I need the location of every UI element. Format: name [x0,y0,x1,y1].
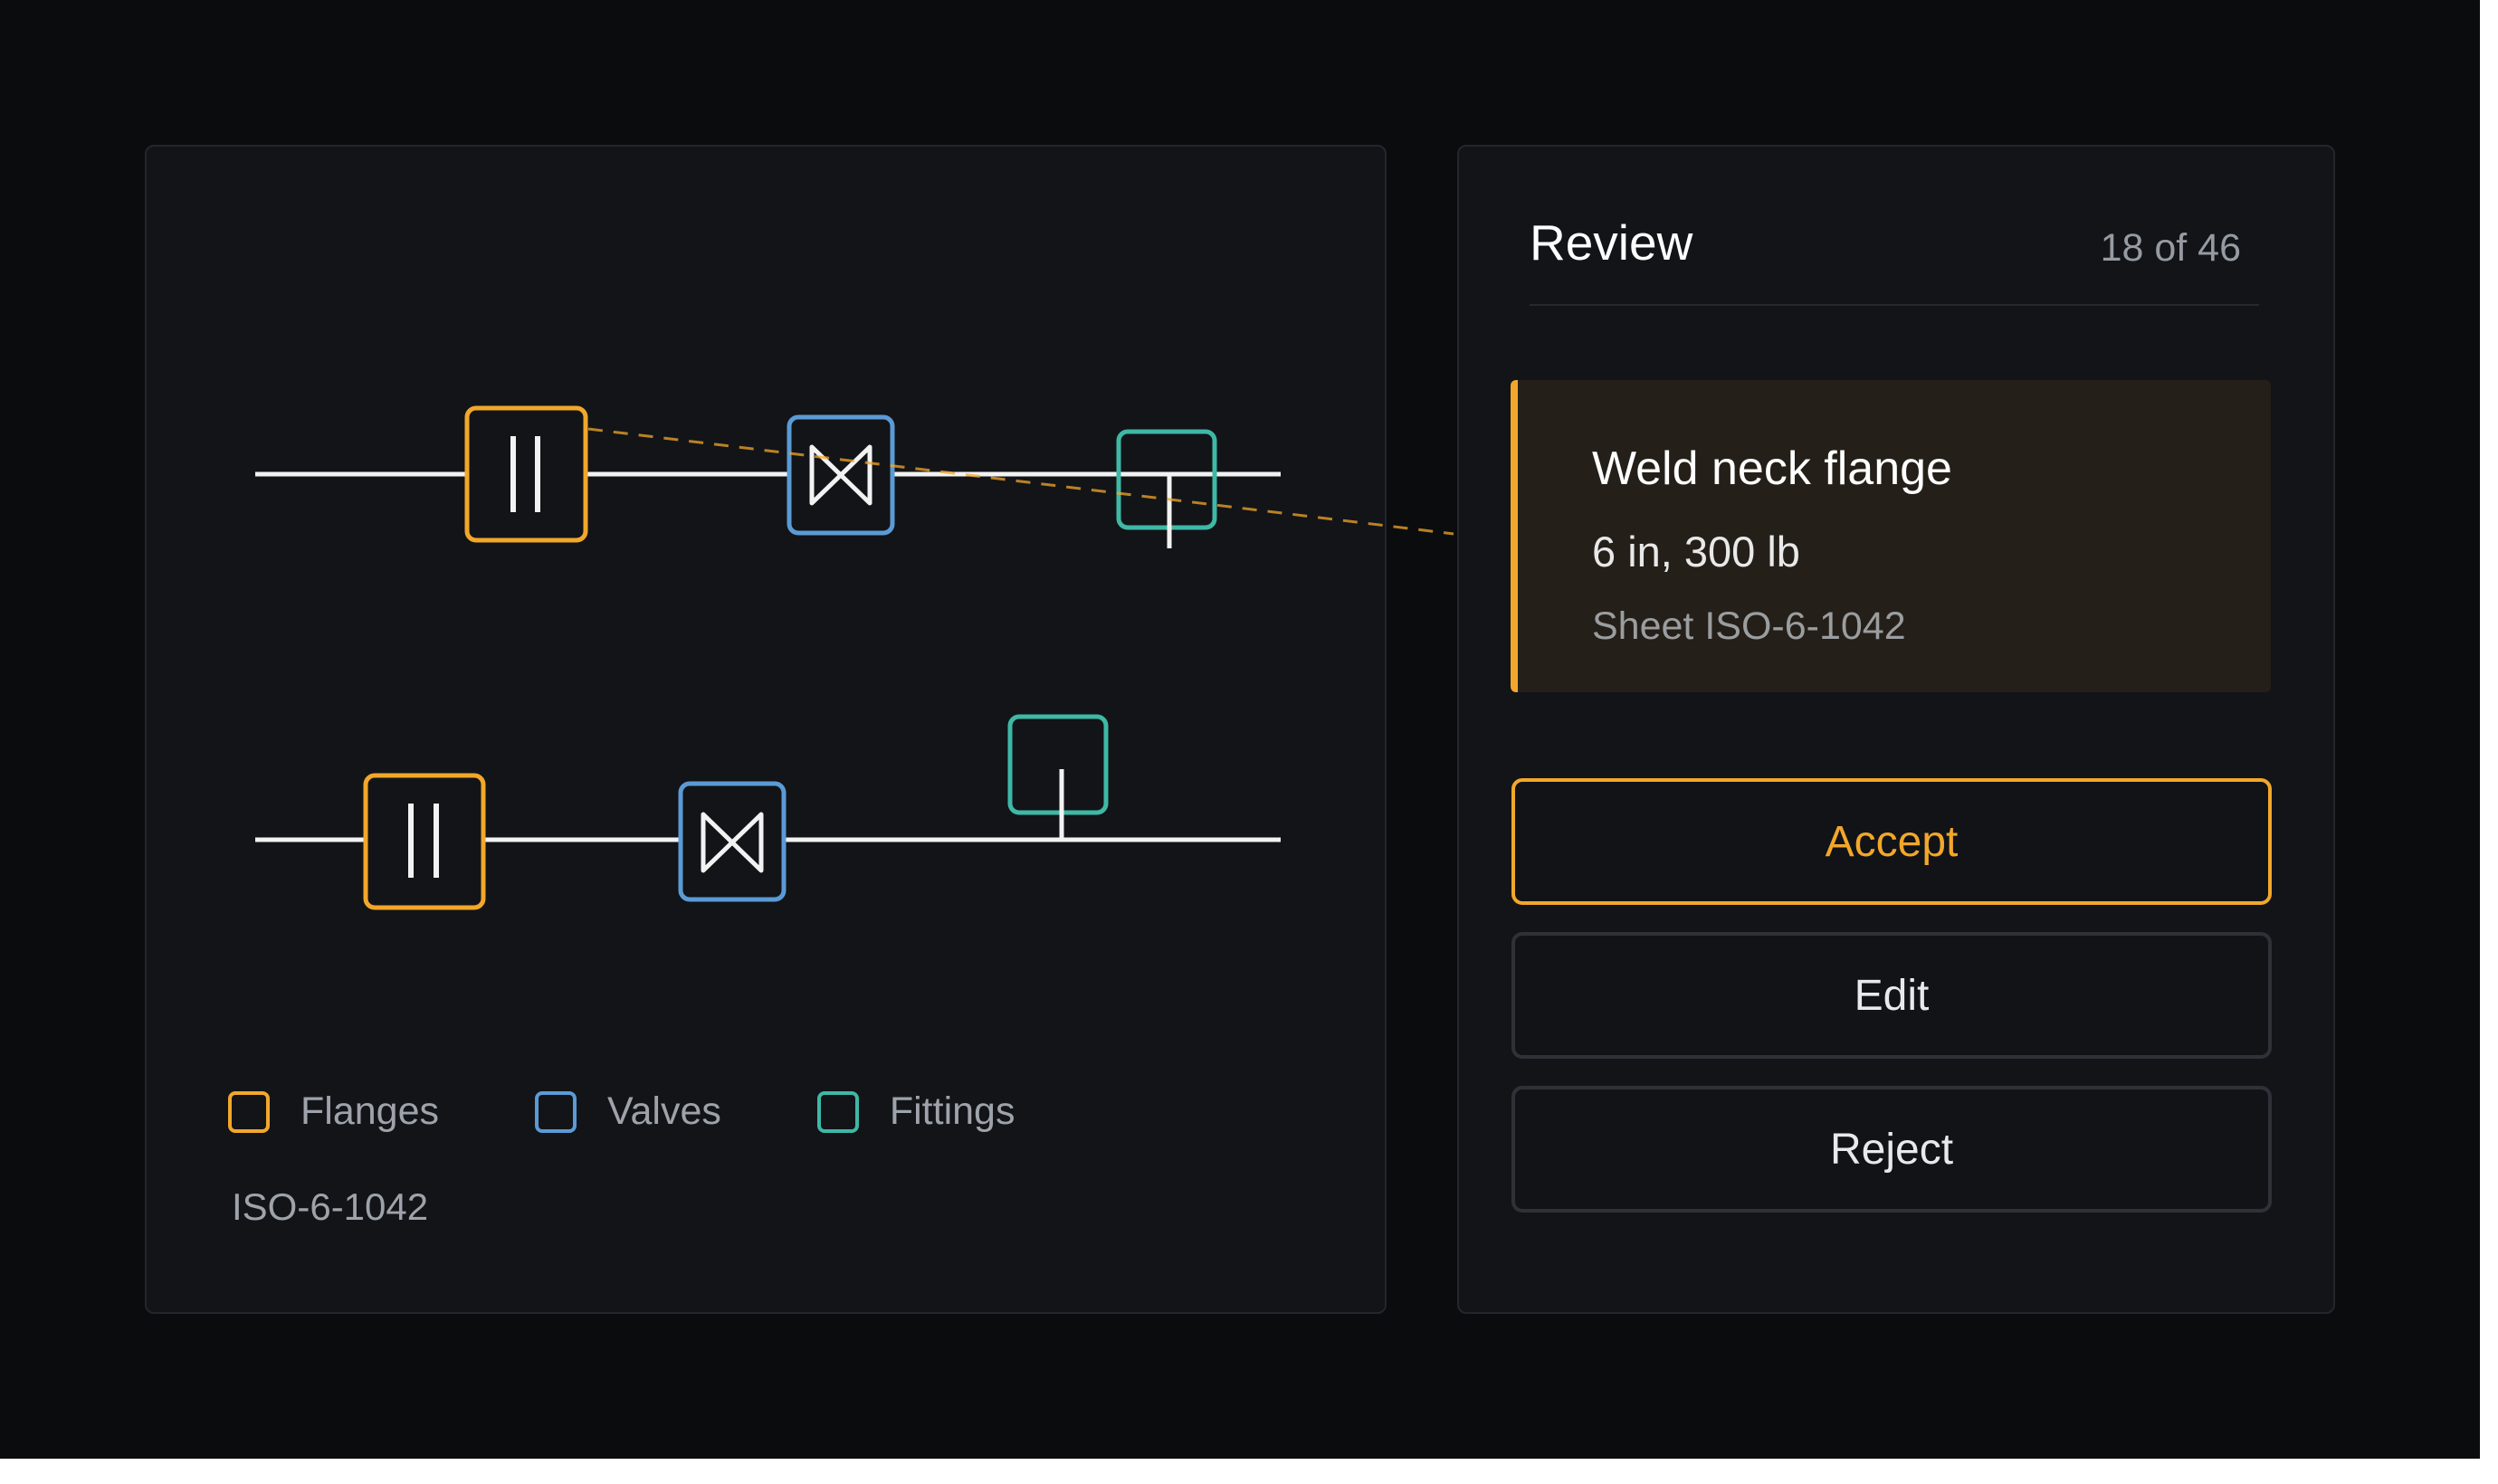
tee-fitting-symbol[interactable] [1007,714,1109,840]
valve-symbol[interactable] [678,781,787,902]
legend-item-flanges: Flanges [228,1089,439,1134]
legend: Flanges Valves Fittings [228,1089,1111,1134]
flange-symbol-selected[interactable] [464,405,588,543]
legend-label: Fittings [889,1089,1015,1133]
legend-label: Valves [606,1089,721,1133]
legend-item-fittings: Fittings [816,1089,1015,1134]
valves-swatch [534,1090,577,1133]
tee-fitting-symbol[interactable] [1116,429,1217,548]
edit-button[interactable]: Edit [1511,932,2272,1059]
item-spec: 6 in, 300 lb [1592,528,1800,576]
item-sheet: Sheet ISO-6-1042 [1592,604,1906,648]
review-title: Review [1530,214,1693,271]
flanges-swatch [228,1090,270,1133]
legend-item-valves: Valves [534,1089,721,1134]
accept-button[interactable]: Accept [1511,778,2272,905]
leader-line [587,427,1454,536]
item-name: Weld neck flange [1592,442,1952,495]
divider [1530,304,2259,306]
flange-symbol[interactable] [363,773,486,910]
reject-button[interactable]: Reject [1511,1086,2272,1213]
fittings-swatch [816,1090,859,1133]
sheet-id: ISO-6-1042 [232,1185,429,1228]
legend-label: Flanges [300,1089,439,1133]
valve-symbol[interactable] [787,414,895,536]
review-counter: 18 of 46 [2100,226,2241,270]
selected-item-card: Weld neck flange 6 in, 300 lb Sheet ISO-… [1511,380,2271,692]
app-canvas: Flanges Valves Fittings ISO-6-1042 Revie… [0,0,2480,1459]
